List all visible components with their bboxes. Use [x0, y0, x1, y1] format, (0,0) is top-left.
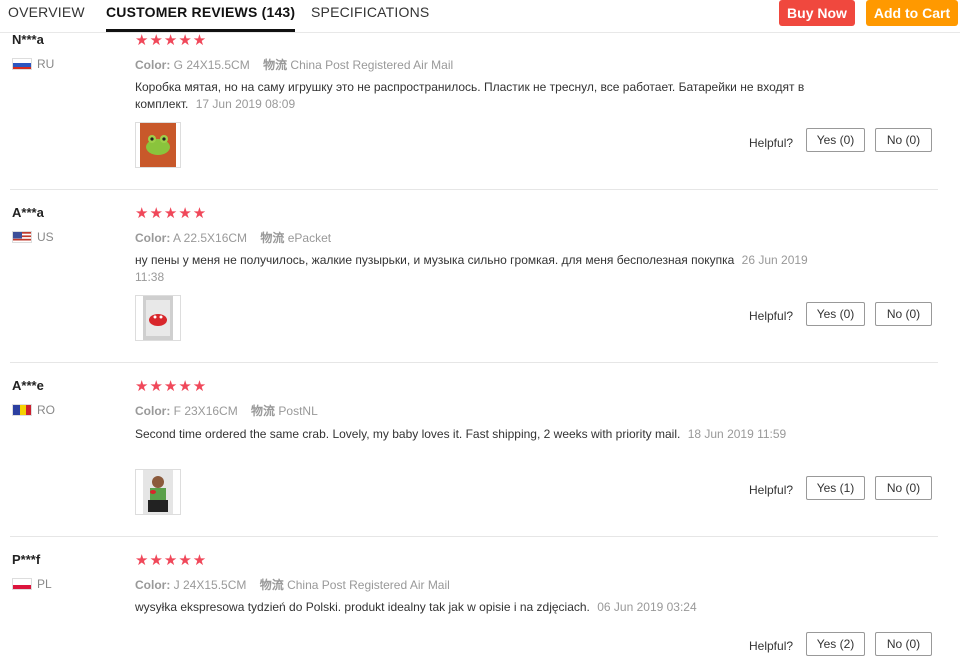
flag-us-icon — [12, 231, 32, 243]
helpful-yes-button[interactable]: Yes (0) — [806, 128, 865, 152]
color-label: Color: — [135, 231, 171, 245]
helpful-yes-button[interactable]: Yes (0) — [806, 302, 865, 326]
helpful-yes-button[interactable]: Yes (1) — [806, 476, 865, 500]
country-code: RU — [37, 57, 55, 71]
review-meta: Color: F 23X16CM 物流 PostNL — [135, 402, 318, 419]
review-divider — [10, 536, 938, 537]
shipping-label: 物流 — [251, 404, 276, 418]
helpful-label: Helpful? — [749, 309, 794, 323]
review-body: Second time ordered the same crab. Lovel… — [135, 427, 681, 441]
helpful-no-button[interactable]: No (0) — [875, 476, 932, 500]
reviewer-name: A***a — [12, 205, 44, 220]
helpful-yes-button[interactable]: Yes (2) — [806, 632, 865, 656]
review-photo-thumbnail[interactable] — [135, 469, 181, 515]
flag-pl-icon — [12, 578, 32, 590]
rating-stars: ★★★★★ — [135, 32, 208, 49]
review-divider — [10, 189, 938, 190]
color-label: Color: — [135, 58, 171, 72]
flag-ro-icon — [12, 404, 32, 416]
review-date: 18 Jun 2019 11:59 — [687, 427, 787, 441]
tab-specifications[interactable]: SPECIFICATIONS — [311, 4, 429, 20]
color-value: A 22.5X16CM — [173, 231, 248, 245]
reviewer-country: US — [12, 230, 54, 244]
add-to-cart-button[interactable]: Add to Cart — [866, 0, 958, 26]
country-code: RO — [37, 403, 55, 417]
review-date: 17 Jun 2019 08:09 — [195, 97, 296, 111]
review-body: ну пены у меня не получилось, жалкие пуз… — [135, 253, 735, 267]
flag-ru-icon — [12, 58, 32, 70]
country-code: US — [37, 230, 54, 244]
review-body: wysyłka ekspresowa tydzień do Polski. pr… — [135, 600, 590, 614]
shipping-value: ePacket — [287, 231, 332, 245]
review-meta: Color: J 24X15.5CM 物流 China Post Registe… — [135, 576, 450, 593]
helpful-label: Helpful? — [749, 483, 794, 497]
color-label: Color: — [135, 404, 171, 418]
reviewer-name: N***a — [12, 32, 44, 47]
rating-stars: ★★★★★ — [135, 378, 208, 395]
shipping-label: 物流 — [260, 231, 285, 245]
reviewer-country: PL — [12, 577, 52, 591]
review-photo-thumbnail[interactable] — [135, 295, 181, 341]
helpful-label: Helpful? — [749, 136, 794, 150]
tab-overview[interactable]: OVERVIEW — [8, 4, 85, 20]
shipping-value: China Post Registered Air Mail — [290, 58, 454, 72]
reviewer-name: A***e — [12, 378, 44, 393]
shipping-label: 物流 — [259, 578, 284, 592]
review-meta: Color: A 22.5X16CM 物流 ePacket — [135, 229, 331, 246]
shipping-label: 物流 — [263, 58, 288, 72]
country-code: PL — [37, 577, 52, 591]
reviewer-country: RO — [12, 403, 55, 417]
reviewer-name: P***f — [12, 552, 41, 567]
color-value: G 24X15.5CM — [173, 58, 250, 72]
review-text: Коробка мятая, но на саму игрушку это не… — [135, 79, 835, 113]
review-text: ну пены у меня не получилось, жалкие пуз… — [135, 252, 835, 286]
shipping-value: PostNL — [278, 404, 318, 418]
color-value: F 23X16CM — [173, 404, 238, 418]
review-text: Second time ordered the same crab. Lovel… — [135, 426, 835, 443]
tab-bar: OVERVIEW CUSTOMER REVIEWS (143) SPECIFIC… — [0, 0, 960, 33]
review-text: wysyłka ekspresowa tydzień do Polski. pr… — [135, 599, 835, 616]
review-photo-thumbnail[interactable] — [135, 122, 181, 168]
buy-now-button[interactable]: Buy Now — [779, 0, 855, 26]
helpful-no-button[interactable]: No (0) — [875, 632, 932, 656]
tab-customer-reviews[interactable]: CUSTOMER REVIEWS (143) — [106, 4, 296, 32]
color-value: J 24X15.5CM — [173, 578, 247, 592]
reviewer-country: RU — [12, 57, 54, 71]
color-label: Color: — [135, 578, 171, 592]
rating-stars: ★★★★★ — [135, 205, 208, 222]
helpful-no-button[interactable]: No (0) — [875, 128, 932, 152]
helpful-label: Helpful? — [749, 639, 794, 653]
shipping-value: China Post Registered Air Mail — [287, 578, 450, 592]
rating-stars: ★★★★★ — [135, 552, 208, 569]
review-meta: Color: G 24X15.5CM 物流 China Post Registe… — [135, 56, 453, 73]
review-divider — [10, 362, 938, 363]
helpful-no-button[interactable]: No (0) — [875, 302, 932, 326]
review-date: 06 Jun 2019 03:24 — [597, 600, 697, 614]
